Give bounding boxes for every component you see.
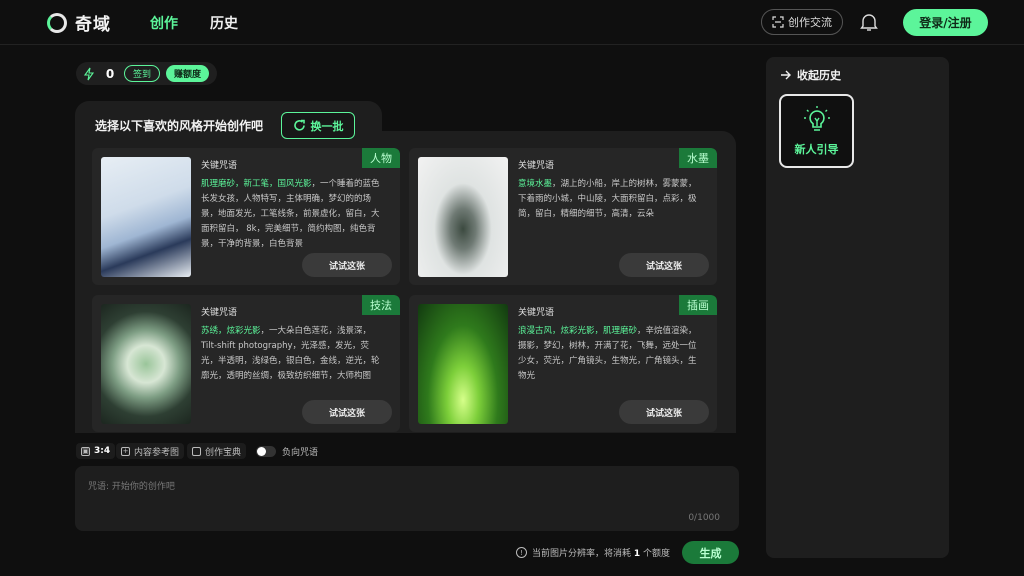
style-tag: 技法 bbox=[362, 295, 400, 315]
char-counter: 0/1000 bbox=[688, 513, 720, 523]
keyword-title: 关键咒语 bbox=[201, 308, 238, 318]
prompt-placeholder: 咒语: 开始你的创作吧 bbox=[88, 482, 175, 492]
style-tag: 水墨 bbox=[679, 148, 717, 168]
keyword-title: 关键咒语 bbox=[518, 308, 555, 318]
panel-title: 选择以下喜欢的风格开始创作吧 bbox=[95, 119, 264, 133]
treasure-chip[interactable]: 创作宝典 bbox=[187, 443, 247, 459]
community-label: 创作交流 bbox=[788, 16, 832, 29]
nav-create[interactable]: 创作 bbox=[150, 13, 178, 33]
style-tag: 插画 bbox=[679, 295, 717, 315]
try-this-button[interactable]: 试试这张 bbox=[619, 253, 709, 277]
community-button[interactable]: 创作交流 bbox=[761, 9, 843, 35]
ratio-selector[interactable]: ▣ 3:4 bbox=[76, 443, 116, 459]
ratio-icon: ▣ bbox=[81, 446, 90, 456]
treasure-button[interactable]: 创作宝典 bbox=[187, 443, 247, 459]
earn-credits-button[interactable]: 赚额度 bbox=[166, 65, 210, 82]
negative-toggle-switch[interactable] bbox=[256, 445, 276, 457]
bell-icon[interactable] bbox=[860, 12, 878, 32]
login-button[interactable]: 登录/注册 bbox=[903, 9, 988, 36]
treasure-label: 创作宝典 bbox=[205, 447, 242, 458]
ratio-label: 3:4 bbox=[94, 446, 111, 456]
app-root: 奇域 创作 历史 创作交流 登录/注册 0 签到 赚额度 关键咒语 肌理磨砂，新… bbox=[0, 0, 1024, 576]
ratio-chip[interactable]: ▣ 3:4 bbox=[76, 443, 116, 459]
try-this-button[interactable]: 试试这张 bbox=[619, 400, 709, 424]
notice-prefix: 当前图片分辨率，将消耗 bbox=[532, 549, 634, 559]
add-icon: + bbox=[121, 446, 130, 456]
keyword-description: 浪漫古风，炫彩光影，肌理磨砂，辛烷值渲染，摄影，梦幻，树林，开满了花，飞舞，远处… bbox=[518, 324, 703, 384]
notice-suffix: 个额度 bbox=[640, 549, 671, 559]
credits-bar: 0 签到 赚额度 bbox=[76, 62, 217, 85]
style-thumbnail[interactable] bbox=[418, 157, 508, 277]
cost-notice: ! 当前图片分辨率，将消耗 1 个额度 bbox=[516, 546, 670, 559]
keyword-description: 意境水墨，湖上的小船，岸上的树林，雾蒙蒙，下着雨的小城，中山陵，大面积留白，点彩… bbox=[518, 177, 703, 222]
collapse-history-button[interactable]: 收起历史 bbox=[780, 67, 841, 83]
prompt-input[interactable]: 咒语: 开始你的创作吧 0/1000 bbox=[75, 466, 739, 531]
try-this-button[interactable]: 试试这张 bbox=[302, 400, 392, 424]
keyword-text: ，一个睡着的蓝色长发女孩，人物特写，主体明确，梦幻的的场景，地面发光，工笔线条，… bbox=[201, 179, 380, 249]
notice-text: 当前图片分辨率，将消耗 1 个额度 bbox=[532, 546, 670, 559]
style-panel: 关键咒语 肌理磨砂，新工笔，国风光影，一个睡着的蓝色长发女孩，人物特写，主体明确… bbox=[75, 131, 736, 433]
refresh-label: 换一批 bbox=[310, 119, 344, 133]
negative-label: 负向咒语 bbox=[282, 447, 319, 458]
nav-history[interactable]: 历史 bbox=[210, 13, 238, 33]
arrow-right-icon bbox=[781, 70, 791, 80]
refresh-icon bbox=[293, 119, 305, 131]
style-tag: 人物 bbox=[362, 148, 400, 168]
brand-name: 奇域 bbox=[75, 15, 111, 35]
reference-image-button[interactable]: + 内容参考图 bbox=[116, 443, 185, 459]
style-thumbnail[interactable] bbox=[418, 304, 508, 424]
style-thumbnail[interactable] bbox=[101, 157, 191, 277]
keyword-highlight: 意境水墨 bbox=[518, 179, 553, 189]
keyword-highlight: 苏绣，炫彩光影 bbox=[201, 326, 261, 336]
keyword-title: 关键咒语 bbox=[201, 161, 238, 171]
generate-button[interactable]: 生成 bbox=[682, 541, 739, 564]
style-card: 关键咒语 肌理磨砂，新工笔，国风光影，一个睡着的蓝色长发女孩，人物特写，主体明确… bbox=[92, 148, 400, 285]
style-card: 关键咒语 意境水墨，湖上的小船，岸上的树林，雾蒙蒙，下着雨的小城，中山陵，大面积… bbox=[409, 148, 717, 285]
logo[interactable]: 奇域 bbox=[47, 10, 111, 35]
scan-icon bbox=[772, 16, 784, 28]
lightning-icon bbox=[83, 67, 95, 80]
lightbulb-icon bbox=[803, 106, 830, 131]
logo-icon bbox=[47, 12, 67, 33]
bag-icon bbox=[192, 446, 201, 456]
negative-prompt-toggle[interactable]: 负向咒语 bbox=[256, 443, 318, 459]
newbie-guide-card[interactable]: 新人引导 bbox=[779, 94, 854, 168]
keyword-description: 苏绣，炫彩光影，一大朵白色莲花，浅景深，Tilt-shift photograp… bbox=[201, 324, 386, 384]
keyword-highlight: 肌理磨砂，新工笔，国风光影 bbox=[201, 179, 312, 189]
style-thumbnail[interactable] bbox=[101, 304, 191, 424]
keyword-title: 关键咒语 bbox=[518, 161, 555, 171]
try-this-button[interactable]: 试试这张 bbox=[302, 253, 392, 277]
style-card: 关键咒语 浪漫古风，炫彩光影，肌理磨砂，辛烷值渲染，摄影，梦幻，树林，开满了花，… bbox=[409, 295, 717, 432]
credit-count: 0 bbox=[105, 66, 115, 81]
reference-chip[interactable]: + 内容参考图 bbox=[116, 443, 185, 459]
refresh-button[interactable]: 换一批 bbox=[281, 112, 355, 139]
sidebar-title: 收起历史 bbox=[797, 69, 841, 82]
guide-label: 新人引导 bbox=[794, 143, 839, 156]
info-icon: ! bbox=[516, 547, 527, 558]
keyword-highlight: 浪漫古风，炫彩光影，肌理磨砂 bbox=[518, 326, 638, 336]
style-card: 关键咒语 苏绣，炫彩光影，一大朵白色莲花，浅景深，Tilt-shift phot… bbox=[92, 295, 400, 432]
keyword-description: 肌理磨砂，新工笔，国风光影，一个睡着的蓝色长发女孩，人物特写，主体明确，梦幻的的… bbox=[201, 177, 386, 252]
top-bar: 奇域 创作 历史 创作交流 登录/注册 bbox=[0, 0, 1024, 45]
reference-label: 内容参考图 bbox=[134, 447, 180, 458]
checkin-button[interactable]: 签到 bbox=[124, 65, 161, 82]
